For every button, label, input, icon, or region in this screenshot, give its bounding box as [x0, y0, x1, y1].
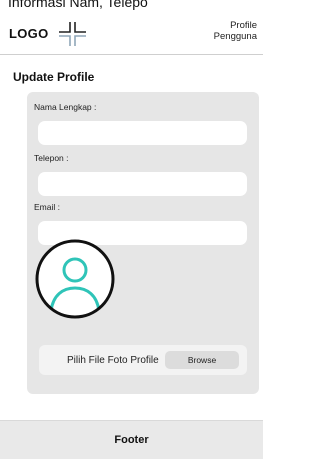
top-caption: Informasi Nam, Telepo	[0, 0, 263, 14]
page-footer: Footer	[0, 420, 263, 459]
page-title: Update Profile	[13, 70, 95, 84]
name-label: Nama Lengkap :	[34, 102, 97, 112]
profile-link-line1: Profile	[230, 20, 257, 31]
logo-text: LOGO	[9, 26, 49, 41]
profile-link-line2: Pengguna	[213, 31, 257, 42]
app-header: LOGO Profile Pengguna	[0, 14, 263, 55]
cross-grid-icon	[59, 22, 86, 46]
browse-button[interactable]: Browse	[165, 351, 239, 369]
phone-label: Telepon :	[34, 153, 69, 163]
profile-pengguna-link[interactable]: Profile Pengguna	[214, 20, 257, 42]
file-picker: Pilih File Foto Profile Browse	[39, 345, 247, 375]
user-avatar-icon	[35, 239, 115, 319]
top-caption-text: Informasi Nam, Telepo	[8, 0, 148, 10]
footer-label: Footer	[114, 434, 149, 446]
name-input[interactable]	[38, 121, 247, 145]
email-label: Email :	[34, 202, 60, 212]
file-picker-label: Pilih File Foto Profile	[67, 355, 159, 366]
phone-input[interactable]	[38, 172, 247, 196]
